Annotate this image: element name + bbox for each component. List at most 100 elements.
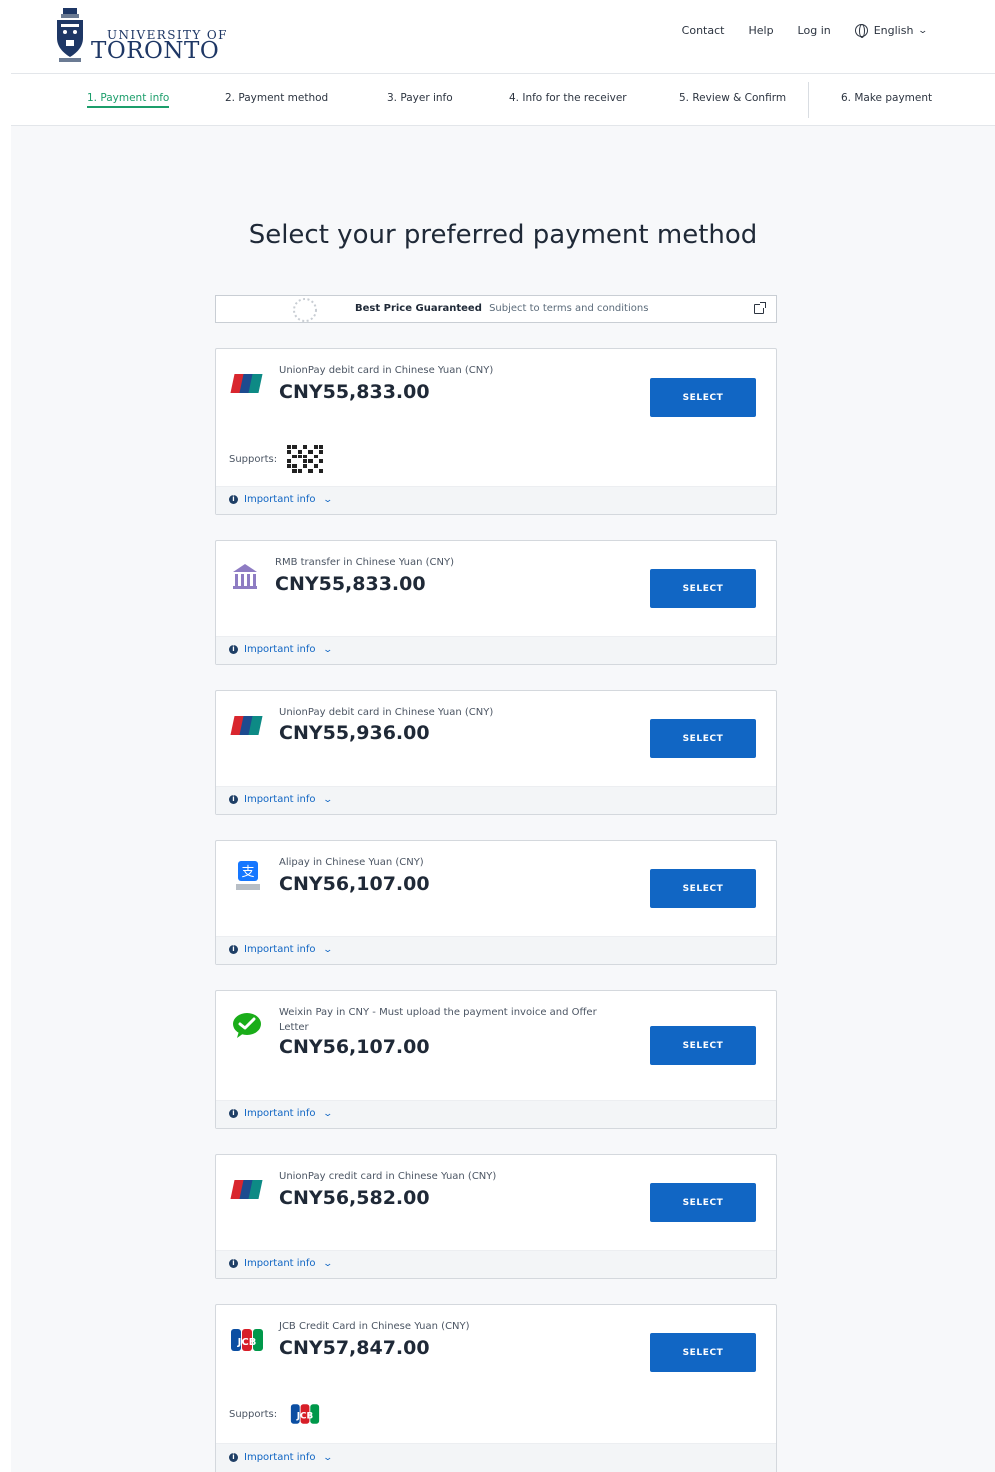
method-label: UnionPay credit card in Chinese Yuan (CN… — [279, 1171, 497, 1182]
best-price-banner[interactable]: Best Price Guaranteed Subject to terms a… — [215, 295, 777, 323]
info-icon: i — [229, 495, 238, 504]
language-selector[interactable]: English ⌄ — [854, 24, 929, 38]
important-info-bar: i Important info ⌄ — [216, 486, 776, 514]
important-info-bar: i Important info ⌄ — [216, 936, 776, 964]
important-info-label: Important info — [244, 1108, 316, 1119]
globe-icon — [854, 24, 868, 38]
chevron-down-icon: ⌄ — [917, 25, 929, 36]
svg-text:JCB: JCB — [296, 1411, 314, 1421]
step-make-payment[interactable]: 6. Make payment — [841, 92, 932, 104]
jcb-icon: JCB — [231, 1329, 263, 1351]
jcb-icon: JCB — [291, 1404, 320, 1424]
svg-text:JCB: JCB — [237, 1337, 257, 1348]
important-info-toggle[interactable]: i Important info ⌄ — [229, 794, 333, 805]
qr-code-icon — [287, 445, 324, 473]
unionpay-icon — [230, 1180, 263, 1199]
payment-method-card: UnionPay debit card in Chinese Yuan (CNY… — [215, 348, 777, 515]
method-amount: CNY55,936.00 — [279, 722, 430, 744]
info-icon: i — [229, 1109, 238, 1118]
important-info-toggle[interactable]: i Important info ⌄ — [229, 944, 333, 955]
important-info-bar: i Important info ⌄ — [216, 786, 776, 814]
wechat-pay-icon — [233, 1013, 261, 1038]
select-button[interactable]: SELECT — [650, 1333, 756, 1372]
svg-text:支: 支 — [241, 865, 254, 880]
important-info-toggle[interactable]: i Important info ⌄ — [229, 1452, 333, 1463]
payment-method-card: 支 Alipay in Chinese Yuan (CNY) CNY56,107… — [215, 840, 777, 965]
select-button[interactable]: SELECT — [650, 719, 756, 758]
important-info-label: Important info — [244, 1258, 316, 1269]
supports-row: Supports: JCB — [229, 1399, 323, 1429]
important-info-bar: i Important info ⌄ — [216, 1250, 776, 1278]
important-info-bar: i Important info ⌄ — [216, 1100, 776, 1128]
progress-steps: 1. Payment info 2. Payment method 3. Pay… — [11, 74, 995, 126]
important-info-bar: i Important info ⌄ — [216, 1443, 776, 1472]
info-icon: i — [229, 1453, 238, 1462]
method-label: Alipay in Chinese Yuan (CNY) — [279, 857, 424, 868]
payment-method-card: Weixin Pay in CNY - Must upload the paym… — [215, 990, 777, 1129]
contact-link[interactable]: Contact — [682, 24, 725, 37]
header: UNIVERSITY OF TORONTO Contact Help Log i… — [11, 0, 995, 74]
info-icon: i — [229, 945, 238, 954]
method-label: UnionPay debit card in Chinese Yuan (CNY… — [279, 707, 494, 718]
important-info-label: Important info — [244, 1452, 316, 1463]
page-title: Select your preferred payment method — [248, 220, 758, 250]
important-info-toggle[interactable]: i Important info ⌄ — [229, 1108, 333, 1119]
university-logo[interactable]: UNIVERSITY OF TORONTO — [53, 8, 253, 66]
select-button[interactable]: SELECT — [650, 378, 756, 417]
step-payment-method[interactable]: 2. Payment method — [225, 92, 328, 104]
step-review-confirm[interactable]: 5. Review & Confirm — [679, 92, 786, 104]
method-label: UnionPay debit card in Chinese Yuan (CNY… — [279, 365, 494, 376]
select-button[interactable]: SELECT — [650, 1026, 756, 1065]
select-button[interactable]: SELECT — [650, 869, 756, 908]
method-amount: CNY57,847.00 — [279, 1337, 430, 1359]
important-info-bar: i Important info ⌄ — [216, 636, 776, 664]
chevron-down-icon: ⌄ — [322, 944, 333, 955]
method-amount: CNY56,107.00 — [279, 873, 430, 895]
step-payer-info[interactable]: 3. Payer info — [387, 92, 453, 104]
bank-icon — [233, 564, 257, 589]
external-link-icon[interactable] — [754, 302, 766, 314]
chevron-down-icon: ⌄ — [322, 1108, 333, 1119]
important-info-label: Important info — [244, 944, 316, 955]
step-divider — [808, 82, 809, 118]
method-label: Weixin Pay in CNY - Must upload the paym… — [279, 1007, 597, 1033]
method-amount: CNY55,833.00 — [279, 381, 430, 403]
info-icon: i — [229, 645, 238, 654]
banner-subtitle: Subject to terms and conditions — [489, 303, 649, 314]
payment-method-card: RMB transfer in Chinese Yuan (CNY) CNY55… — [215, 540, 777, 665]
crest-icon — [57, 8, 83, 62]
page: UNIVERSITY OF TORONTO Contact Help Log i… — [11, 0, 995, 1472]
important-info-toggle[interactable]: i Important info ⌄ — [229, 644, 333, 655]
payment-method-card: JCB JCB Credit Card in Chinese Yuan (CNY… — [215, 1304, 777, 1472]
method-label: RMB transfer in Chinese Yuan (CNY) — [275, 557, 455, 568]
payment-method-card: UnionPay credit card in Chinese Yuan (CN… — [215, 1154, 777, 1279]
select-button[interactable]: SELECT — [650, 1183, 756, 1222]
language-label: English — [873, 24, 914, 37]
important-info-label: Important info — [244, 644, 316, 655]
unionpay-icon — [230, 716, 263, 735]
logo-text-main: TORONTO — [91, 38, 220, 64]
method-amount: CNY56,107.00 — [279, 1036, 430, 1058]
supports-label: Supports: — [229, 1408, 278, 1420]
method-amount: CNY56,582.00 — [279, 1187, 430, 1209]
step-receiver-info[interactable]: 4. Info for the receiver — [509, 92, 627, 104]
method-amount: CNY55,833.00 — [275, 573, 426, 595]
top-nav: Contact Help Log in English ⌄ — [682, 24, 929, 38]
method-label: JCB Credit Card in Chinese Yuan (CNY) — [279, 1321, 470, 1332]
payment-method-card: UnionPay debit card in Chinese Yuan (CNY… — [215, 690, 777, 815]
select-button[interactable]: SELECT — [650, 569, 756, 608]
important-info-toggle[interactable]: i Important info ⌄ — [229, 1258, 333, 1269]
banner-title: Best Price Guaranteed — [355, 303, 482, 314]
chevron-down-icon: ⌄ — [322, 644, 333, 655]
unionpay-icon — [230, 374, 263, 393]
important-info-toggle[interactable]: i Important info ⌄ — [229, 494, 333, 505]
important-info-label: Important info — [244, 794, 316, 805]
supports-row: Supports: — [229, 445, 324, 473]
step-payment-info[interactable]: 1. Payment info — [87, 92, 170, 108]
login-link[interactable]: Log in — [798, 24, 831, 37]
supports-label: Supports: — [229, 453, 278, 465]
best-price-badge-icon — [293, 298, 317, 322]
chevron-down-icon: ⌄ — [322, 794, 333, 805]
help-link[interactable]: Help — [748, 24, 773, 37]
chevron-down-icon: ⌄ — [322, 494, 333, 505]
